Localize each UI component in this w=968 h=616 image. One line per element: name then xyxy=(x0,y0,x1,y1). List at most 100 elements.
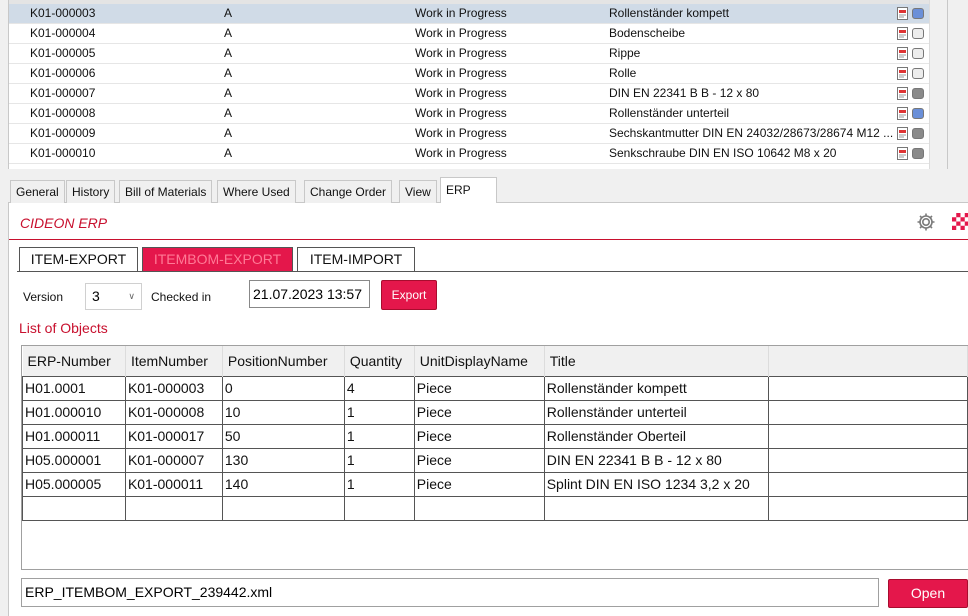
table-row[interactable]: K01-000005 A Work in Progress Rippe xyxy=(9,44,947,64)
table-row[interactable]: K01-000007 A Work in Progress DIN EN 22341 … xyxy=(9,84,947,104)
filler-cell xyxy=(767,375,968,401)
revision-cell: A xyxy=(224,86,233,100)
blue-square-icon[interactable] xyxy=(912,108,924,119)
title-cell: Rollenständer kompett xyxy=(543,375,769,401)
item-number-cell: K01-000003 xyxy=(30,6,96,20)
erp-number-cell: H01.0001 xyxy=(22,375,126,401)
white-square-icon[interactable] xyxy=(912,28,924,39)
tab-bill-of-materials[interactable]: Bill of Materials xyxy=(119,180,213,203)
revision-cell: A xyxy=(224,106,233,120)
gray-square-icon[interactable] xyxy=(912,148,924,159)
revision-cell: A xyxy=(224,26,233,40)
column-header[interactable]: UnitDisplayName xyxy=(414,346,545,376)
item-number-cell: K01-000007 xyxy=(124,447,223,473)
column-header[interactable]: PositionNumber xyxy=(222,346,345,376)
empty-cell xyxy=(413,495,545,521)
table-row[interactable]: K01-000003 A Work in Progress Rollenständer… xyxy=(9,4,947,24)
revision-cell: A xyxy=(224,66,233,80)
quantity-cell: 1 xyxy=(343,471,415,497)
description-cell: Rolle xyxy=(609,66,637,80)
pdf-doc-icon[interactable] xyxy=(897,87,908,100)
item-number-cell: K01-000009 xyxy=(30,126,96,140)
erp-number-cell: H05.000001 xyxy=(22,447,126,473)
table-row[interactable]: K01-000010 A Work in Progress Senkschraube … xyxy=(9,144,947,164)
subtab-baseline xyxy=(17,271,968,272)
description-cell: Rollenständer kompett xyxy=(609,6,730,20)
subtab-item-import[interactable]: ITEM-IMPORT xyxy=(297,247,415,272)
table-row[interactable]: K01-000008 A Work in Progress Rollenständer… xyxy=(9,104,947,124)
detail-tab-bar: General History Bill of Materials Where … xyxy=(8,177,968,204)
item-number-cell: K01-000005 xyxy=(30,46,96,60)
chevron-down-icon: ∨ xyxy=(128,291,135,301)
title-cell: Rollenständer Oberteil xyxy=(543,423,769,449)
tab-view[interactable]: View xyxy=(399,180,437,203)
pdf-doc-icon[interactable] xyxy=(897,7,908,20)
app-window: K01-000003 A Work in Progress Rollenständer… xyxy=(0,0,968,616)
table-row[interactable]: H05.000001 K01-000007 130 1 Piece DIN EN 2234… xyxy=(22,447,968,473)
gray-square-icon[interactable] xyxy=(912,128,924,139)
export-button[interactable]: Export xyxy=(381,280,437,310)
status-cell: Work in Progress xyxy=(415,6,507,20)
status-cell: Work in Progress xyxy=(415,146,507,160)
column-header[interactable]: ERP-Number xyxy=(22,346,126,376)
pdf-doc-icon[interactable] xyxy=(897,127,908,140)
filler-cell xyxy=(767,423,968,449)
quantity-cell: 1 xyxy=(343,423,415,449)
export-file-path-field[interactable]: ERP_ITEMBOM_EXPORT_239442.xml xyxy=(21,578,879,607)
column-header[interactable]: Quantity xyxy=(344,346,415,376)
gear-icon[interactable] xyxy=(916,212,936,232)
table-row[interactable]: K01-000009 A Work in Progress Sechskantmutt… xyxy=(9,124,947,144)
tab-where-used[interactable]: Where Used xyxy=(217,180,296,203)
status-cell: Work in Progress xyxy=(415,66,507,80)
filler-cell xyxy=(767,471,968,497)
revision-cell: A xyxy=(224,126,233,140)
item-number-cell: K01-000003 xyxy=(124,375,223,401)
white-square-icon[interactable] xyxy=(912,48,924,59)
description-cell: Sechskantmutter DIN EN 24032/28673/28674… xyxy=(609,126,894,140)
pdf-doc-icon[interactable] xyxy=(897,147,908,160)
title-cell: Rollenständer unterteil xyxy=(543,399,769,425)
open-button[interactable]: Open xyxy=(888,579,968,608)
item-number-cell: K01-000008 xyxy=(30,106,96,120)
subtab-itembom-export[interactable]: ITEMBOM-EXPORT xyxy=(142,247,293,272)
empty-cell xyxy=(124,495,223,521)
tab-history[interactable]: History xyxy=(66,180,116,203)
empty-row[interactable] xyxy=(22,495,968,521)
pdf-doc-icon[interactable] xyxy=(897,27,908,40)
checked-in-label: Checked in xyxy=(151,290,212,304)
unit-cell: Piece xyxy=(413,447,545,473)
table-row[interactable]: H01.000010 K01-000008 10 1 Piece Rollenstände… xyxy=(22,399,968,425)
status-cell: Work in Progress xyxy=(415,26,507,40)
position-number-cell: 50 xyxy=(221,423,345,449)
table-row[interactable]: K01-000006 A Work in Progress Rolle xyxy=(9,64,947,84)
erp-number-cell: H01.000011 xyxy=(22,423,126,449)
tab-general[interactable]: General xyxy=(10,180,65,203)
white-square-icon[interactable] xyxy=(912,68,924,79)
column-header[interactable]: Title xyxy=(544,346,769,376)
position-number-cell: 0 xyxy=(221,375,345,401)
filler-cell xyxy=(767,447,968,473)
table-row[interactable]: H01.000011 K01-000017 50 1 Piece Rollenstände… xyxy=(22,423,968,449)
vertical-scrollbar[interactable] xyxy=(929,0,947,169)
pdf-doc-icon[interactable] xyxy=(897,107,908,120)
column-header[interactable]: ItemNumber xyxy=(125,346,223,376)
version-select[interactable]: 3 ∨ xyxy=(85,283,142,310)
checkered-flag-icon[interactable] xyxy=(952,213,968,230)
tab-change-order[interactable]: Change Order xyxy=(304,180,393,203)
blue-square-icon[interactable] xyxy=(912,8,924,19)
item-grid: K01-000003 A Work in Progress Rollenständer… xyxy=(8,0,948,169)
checked-in-date-field[interactable]: 21.07.2023 13:57 xyxy=(249,280,370,308)
item-number-cell: K01-000011 xyxy=(124,471,223,497)
subtab-item-export[interactable]: ITEM-EXPORT xyxy=(19,247,138,272)
table-row[interactable]: H05.000005 K01-000011 140 1 Piece Splint DIN … xyxy=(22,471,968,497)
erp-brand-title: CIDEON ERP xyxy=(20,215,108,231)
version-value: 3 xyxy=(92,288,100,304)
tab-erp[interactable]: ERP xyxy=(440,177,497,204)
pdf-doc-icon[interactable] xyxy=(897,67,908,80)
gray-square-icon[interactable] xyxy=(912,88,924,99)
pdf-doc-icon[interactable] xyxy=(897,47,908,60)
table-row[interactable]: K01-000004 A Work in Progress Bodenscheibe xyxy=(9,24,947,44)
title-cell: Splint DIN EN ISO 1234 3,2 x 20 xyxy=(543,471,769,497)
item-number-cell: K01-000004 xyxy=(30,26,96,40)
table-row[interactable]: H01.0001 K01-000003 0 4 Piece Rollenständer k… xyxy=(22,375,968,401)
